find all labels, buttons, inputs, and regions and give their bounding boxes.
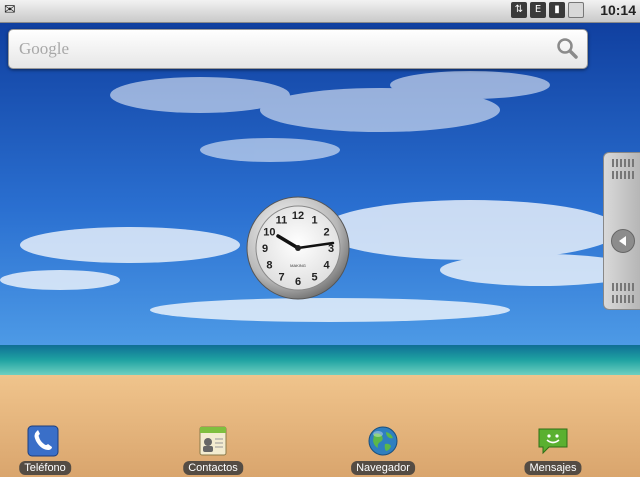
- dock-item-mensajes[interactable]: Mensajes: [508, 424, 598, 477]
- dock-label: Navegador: [351, 461, 415, 475]
- dock-item-contactos[interactable]: Contactos: [168, 424, 258, 477]
- grip-bottom-2: [612, 295, 634, 303]
- status-icons: ⇅ E ▮: [511, 2, 584, 18]
- phone-icon: [27, 425, 59, 457]
- google-search-widget[interactable]: [8, 29, 588, 69]
- status-time: 10:14: [600, 2, 636, 18]
- clock-numeral: 2: [324, 227, 330, 239]
- messages-icon: [538, 428, 568, 455]
- clock-numeral: 11: [276, 214, 288, 226]
- dock-label: Mensajes: [524, 461, 582, 475]
- dock-label: Teléfono: [19, 461, 71, 475]
- chevron-left-icon: [611, 229, 635, 253]
- clock-numeral: 4: [324, 260, 331, 272]
- clock-numeral: 6: [295, 276, 301, 288]
- clock-numeral: 10: [263, 227, 275, 239]
- dock-item-navegador[interactable]: Navegador: [338, 424, 428, 477]
- clock-numeral: 5: [311, 272, 317, 284]
- signal-bars-icon: ▮: [549, 2, 565, 18]
- status-bar[interactable]: ✉ ⇅ E ▮ 10:14: [0, 0, 640, 23]
- clock-numeral: 9: [262, 243, 268, 255]
- analog-clock-widget[interactable]: 12 1234567891011 MAKING: [245, 196, 351, 300]
- network-icon: ⇅: [511, 2, 527, 18]
- clock-numeral: 7: [278, 272, 284, 284]
- clock-brand: MAKING: [290, 263, 306, 268]
- email-notification-icon[interactable]: ✉: [4, 2, 16, 18]
- grip-top-2: [612, 171, 634, 179]
- dock-label: Contactos: [183, 461, 243, 475]
- clock-numeral: 12: [292, 210, 304, 222]
- app-drawer-handle[interactable]: [603, 152, 640, 310]
- search-input[interactable]: [19, 38, 539, 60]
- clock-numeral: 1: [311, 214, 317, 226]
- signal-e-icon: E: [530, 2, 546, 18]
- globe-icon: [368, 426, 398, 456]
- battery-icon: [568, 2, 584, 18]
- dock-item-telefono[interactable]: Teléfono: [0, 424, 90, 477]
- search-icon[interactable]: [555, 36, 579, 60]
- contacts-icon: [199, 426, 227, 456]
- clock-numeral: 8: [266, 260, 272, 272]
- grip-bottom: [612, 283, 634, 291]
- grip-top: [612, 159, 634, 167]
